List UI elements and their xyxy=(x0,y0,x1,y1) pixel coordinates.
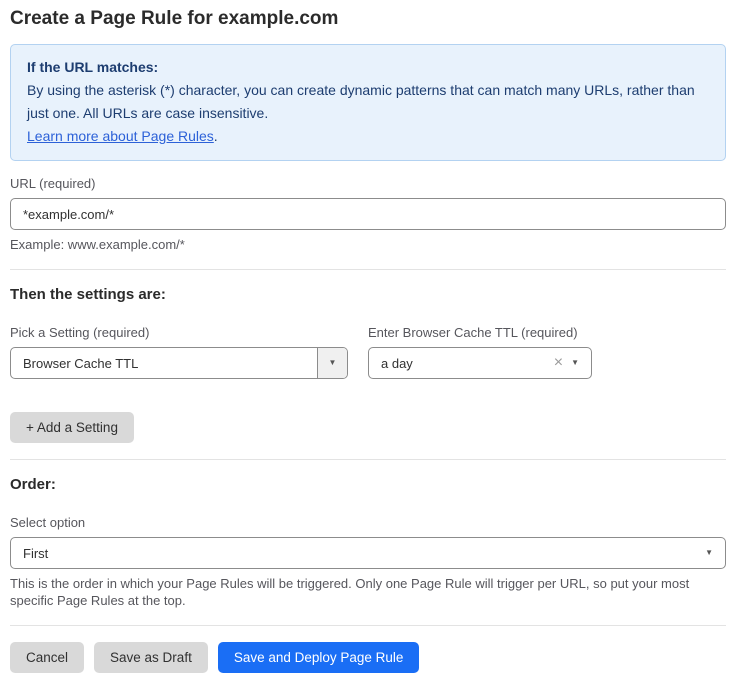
create-page-rule-form: Create a Page Rule for example.com If th… xyxy=(0,0,736,673)
setting-picker-column: Pick a Setting (required) Browser Cache … xyxy=(10,325,348,379)
url-example-helper: Example: www.example.com/* xyxy=(10,236,726,253)
url-match-info-box: If the URL matches: By using the asteris… xyxy=(10,44,726,161)
order-select-label: Select option xyxy=(10,515,726,530)
order-helper-text: This is the order in which your Page Rul… xyxy=(10,575,726,609)
setting-picker-value: Browser Cache TTL xyxy=(11,356,317,371)
url-input[interactable] xyxy=(10,198,726,230)
ttl-picker-select[interactable]: a day × ▼ xyxy=(368,347,592,379)
divider xyxy=(10,269,726,270)
footer-actions: Cancel Save as Draft Save and Deploy Pag… xyxy=(10,642,726,673)
chevron-down-icon: ▼ xyxy=(329,359,337,367)
clear-icon[interactable]: × xyxy=(550,355,571,371)
info-box-link-line: Learn more about Page Rules. xyxy=(27,125,709,148)
save-as-draft-button[interactable]: Save as Draft xyxy=(94,642,208,673)
add-setting-row: + Add a Setting xyxy=(10,412,726,443)
setting-picker-select[interactable]: Browser Cache TTL ▼ xyxy=(10,347,348,379)
ttl-picker-column: Enter Browser Cache TTL (required) a day… xyxy=(368,325,592,379)
ttl-picker-label: Enter Browser Cache TTL (required) xyxy=(368,325,592,340)
ttl-picker-value: a day xyxy=(369,356,550,371)
order-select[interactable]: First ▼ xyxy=(10,537,726,569)
order-select-value: First xyxy=(11,546,705,561)
info-box-body: By using the asterisk (*) character, you… xyxy=(27,79,709,125)
divider xyxy=(10,459,726,460)
cancel-button[interactable]: Cancel xyxy=(10,642,84,673)
learn-more-link[interactable]: Learn more about Page Rules xyxy=(27,128,214,144)
order-section-heading: Order: xyxy=(10,476,726,493)
save-and-deploy-button[interactable]: Save and Deploy Page Rule xyxy=(218,642,420,673)
add-setting-button[interactable]: + Add a Setting xyxy=(10,412,134,443)
divider xyxy=(10,625,726,626)
link-period: . xyxy=(214,128,218,144)
info-box-heading: If the URL matches: xyxy=(27,56,709,79)
url-field-label: URL (required) xyxy=(10,176,726,191)
chevron-down-icon[interactable]: ▼ xyxy=(571,359,591,367)
setting-picker-dropdown-button[interactable]: ▼ xyxy=(317,348,347,378)
page-title: Create a Page Rule for example.com xyxy=(10,8,726,30)
chevron-down-icon: ▼ xyxy=(705,549,725,557)
settings-section-heading: Then the settings are: xyxy=(10,286,726,303)
settings-row: Pick a Setting (required) Browser Cache … xyxy=(10,325,726,379)
setting-picker-label: Pick a Setting (required) xyxy=(10,325,348,340)
